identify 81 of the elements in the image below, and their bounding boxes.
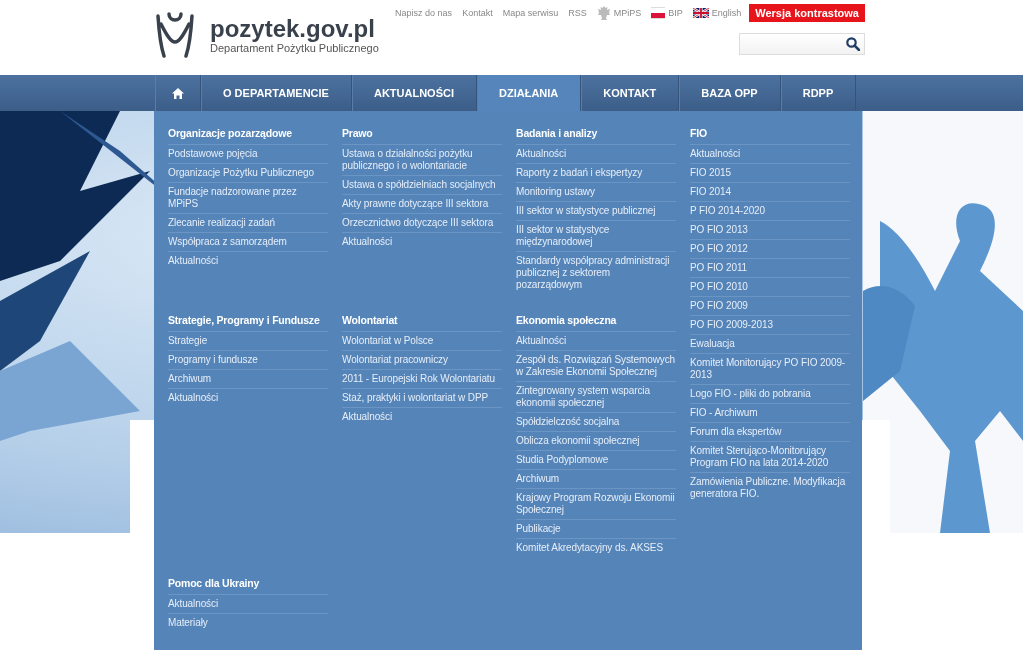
menu-item[interactable]: PO FIO 2009-2013 <box>690 316 850 335</box>
menu-item[interactable]: Krajowy Program Rozwoju Ekonomii Społecznej <box>516 489 676 520</box>
menu-heading[interactable]: Badania i analizy <box>516 127 676 145</box>
menu-item[interactable]: Komitet Monitorujący PO FIO 2009-2013 <box>690 354 850 385</box>
menu-item[interactable]: PO FIO 2010 <box>690 278 850 297</box>
eagle-emblem-icon <box>596 5 611 21</box>
menu-item[interactable]: Wolontariat pracowniczy <box>342 351 502 370</box>
menu-item[interactable]: Programy i fundusze <box>168 351 328 370</box>
menu-item[interactable]: Współpraca z samorządem <box>168 233 328 252</box>
search-icon[interactable] <box>846 37 860 51</box>
menu-item[interactable]: Organizacje Pożytku Publicznego <box>168 164 328 183</box>
menu-item[interactable]: Publikacje <box>516 520 676 539</box>
menu-item[interactable]: Fundacje nadzorowane przez MPiPS <box>168 183 328 214</box>
menu-heading[interactable]: Organizacje pozarządowe <box>168 127 328 145</box>
nav-tab[interactable]: DZIAŁANIA <box>477 75 582 111</box>
menu-item[interactable]: Ewaluacja <box>690 335 850 354</box>
menu-item[interactable]: Strategie <box>168 332 328 351</box>
menu-item[interactable]: PO FIO 2013 <box>690 221 850 240</box>
menu-item[interactable]: Logo FIO - pliki do pobrania <box>690 385 850 404</box>
top-link[interactable]: BIP <box>668 8 683 18</box>
menu-item[interactable]: Staż, praktyki i wolontariat w DPP <box>342 389 502 408</box>
menu-item[interactable]: P FIO 2014-2020 <box>690 202 850 221</box>
menu-item[interactable]: 2011 - Europejski Rok Wolontariatu <box>342 370 502 389</box>
logo-icon <box>155 12 195 58</box>
menu-item[interactable]: Forum dla ekspertów <box>690 423 850 442</box>
menu-item[interactable]: Zespół ds. Rozwiązań Systemowych w Zakresie Ekonomii Społecznej <box>516 351 676 382</box>
menu-item[interactable]: Aktualności <box>168 252 328 270</box>
menu-item[interactable]: PO FIO 2009 <box>690 297 850 316</box>
menu-item[interactable]: Akty prawne dotyczące III sektora <box>342 195 502 214</box>
menu-item[interactable]: Aktualności <box>516 145 676 164</box>
menu-item[interactable]: Standardy współpracy administracji publicznej z sektorem pozarządowym <box>516 252 676 294</box>
menu-item[interactable]: Podstawowe pojęcia <box>168 145 328 164</box>
menu-heading[interactable]: Prawo <box>342 127 502 145</box>
top-link[interactable]: Napisz do nas <box>395 8 453 18</box>
menu-item[interactable]: Komitet Akredytacyjny ds. AKSES <box>516 539 676 557</box>
menu-item[interactable]: Oblicza ekonomii społecznej <box>516 432 676 451</box>
top-link[interactable]: English <box>711 8 742 18</box>
menu-heading[interactable]: Wolontariat <box>342 314 502 332</box>
menu-item[interactable]: III sektor w statystyce międzynarodowej <box>516 221 676 252</box>
search-field[interactable] <box>739 33 865 55</box>
site-subtitle: Departament Pożytku Publicznego <box>210 42 379 54</box>
menu-item[interactable]: Aktualności <box>342 408 502 426</box>
menu-item[interactable]: Zlecanie realizacji zadań <box>168 214 328 233</box>
menu-heading[interactable]: Ekonomia społeczna <box>516 314 676 332</box>
menu-item[interactable]: Monitoring ustawy <box>516 183 676 202</box>
menu-item[interactable]: Zamówienia Publiczne. Modyfikacja generatora FIO. <box>690 473 850 503</box>
menu-item[interactable]: Wolontariat w Polsce <box>342 332 502 351</box>
menu-item[interactable]: PO FIO 2011 <box>690 259 850 278</box>
menu-item[interactable]: Zintegrowany system wsparcia ekonomii społecznej <box>516 382 676 413</box>
menu-item[interactable]: Ustawa o działalności pożytku publicznego i o wolontariacie <box>342 145 502 176</box>
menu-item[interactable]: Aktualności <box>342 233 502 251</box>
menu-item[interactable]: Archiwum <box>516 470 676 489</box>
menu-item[interactable]: Aktualności <box>690 145 850 164</box>
flag-icon <box>651 7 666 19</box>
contrast-button[interactable]: Wersja kontrastowa <box>749 4 865 22</box>
menu-item[interactable]: FIO - Archiwum <box>690 404 850 423</box>
top-link[interactable]: Mapa serwisu <box>502 8 559 18</box>
menu-item[interactable]: Materiały <box>168 614 328 632</box>
menu-heading[interactable]: Pomoc dla Ukrainy <box>168 577 328 595</box>
menu-item[interactable]: Orzecznictwo dotyczące III sektora <box>342 214 502 233</box>
menu-item[interactable]: Spółdzielczość socjalna <box>516 413 676 432</box>
menu-item[interactable]: Ustawa o spółdzielniach socjalnych <box>342 176 502 195</box>
menu-item[interactable]: Studia Podyplomowe <box>516 451 676 470</box>
menu-item[interactable]: FIO 2015 <box>690 164 850 183</box>
menu-item[interactable]: Aktualności <box>168 389 328 407</box>
top-link[interactable]: Kontakt <box>462 8 493 18</box>
home-icon <box>171 87 184 99</box>
menu-item[interactable]: PO FIO 2012 <box>690 240 850 259</box>
menu-item[interactable]: Komitet Sterująco-Monitorujący Program FIO na lata 2014-2020 <box>690 442 850 473</box>
top-link[interactable]: RSS <box>568 8 587 18</box>
menu-item[interactable]: FIO 2014 <box>690 183 850 202</box>
menu-item[interactable]: III sektor w statystyce publicznej <box>516 202 676 221</box>
flag-icon <box>692 8 709 18</box>
menu-item[interactable]: Archiwum <box>168 370 328 389</box>
site-title[interactable]: pozytek.gov.pl <box>210 16 379 42</box>
menu-item[interactable]: Aktualności <box>168 595 328 614</box>
menu-heading[interactable]: FIO <box>690 127 850 145</box>
menu-item[interactable]: Aktualności <box>516 332 676 351</box>
top-link[interactable]: MPiPS <box>613 8 642 18</box>
menu-heading[interactable]: Strategie, Programy i Fundusze <box>168 314 328 332</box>
menu-item[interactable]: Raporty z badań i ekspertyzy <box>516 164 676 183</box>
